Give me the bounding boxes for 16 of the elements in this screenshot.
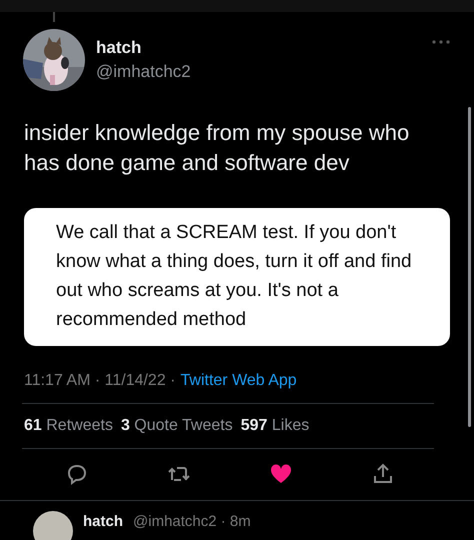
stat-text[interactable]: 61 Retweets — [24, 417, 113, 435]
more-icon[interactable] — [432, 40, 450, 44]
source-link[interactable]: Twitter Web App — [180, 372, 297, 390]
avatar — [33, 511, 73, 540]
comment-icon[interactable] — [65, 462, 89, 486]
tweet-text: insider knowledge from my spouse who has done game and software dev — [24, 119, 410, 177]
stat-text[interactable]: 597 Likes — [240, 417, 310, 435]
stat-text[interactable]: 3 Quote Tweets — [120, 417, 233, 435]
quote-text: We call that a SCREAM test. If you don't know what a thing does, turn it off and find out who screams at you. It's not a recommended method — [56, 221, 413, 332]
timestamp: 11:17 AM · 11/14/22 · — [24, 372, 176, 390]
heart-icon[interactable] — [269, 462, 293, 486]
author-name: hatch — [96, 38, 142, 58]
author-name: hatch — [83, 513, 124, 530]
share-icon[interactable] — [371, 462, 395, 486]
author-handle: @imhatchc2 — [96, 62, 192, 82]
author-handle: @imhatchc2 · 8m — [133, 513, 251, 530]
